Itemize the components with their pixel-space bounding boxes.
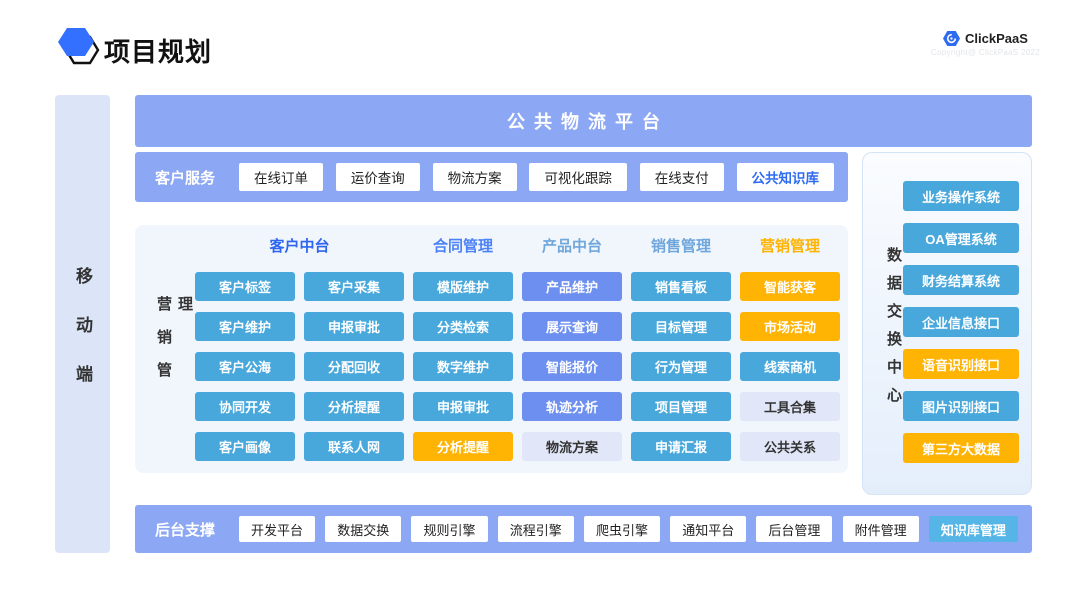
module-header: 销售管理 <box>631 237 731 257</box>
data-exchange-button[interactable]: 企业信息接口 <box>903 307 1019 337</box>
module-button[interactable]: 客户标签 <box>195 272 295 301</box>
data-exchange-button[interactable]: 语音识别接口 <box>903 349 1019 379</box>
app-hexagon-logo-icon <box>55 24 103 70</box>
module-button[interactable]: 产品维护 <box>522 272 622 301</box>
module-header-row: 客户中台 合同管理 产品中台 销售管理 营销管理 <box>195 237 840 257</box>
module-button[interactable]: 申报审批 <box>413 392 513 421</box>
module-button[interactable]: 协同开发 <box>195 392 295 421</box>
mobile-side-bar-label: 移动端 <box>70 267 95 414</box>
module-button[interactable]: 客户维护 <box>195 312 295 341</box>
module-button[interactable]: 展示查询 <box>522 312 622 341</box>
module-button[interactable]: 市场活动 <box>740 312 840 341</box>
module-button[interactable]: 客户画像 <box>195 432 295 461</box>
backend-support-button[interactable]: 规则引擎 <box>411 516 487 542</box>
backend-support-button[interactable]: 流程引擎 <box>498 516 574 542</box>
customer-service-row: 客户服务 在线订单 运价查询 物流方案 可视化跟踪 在线支付 公共知识库 <box>135 152 848 202</box>
customer-service-button[interactable]: 公共知识库 <box>737 163 835 191</box>
customer-service-button[interactable]: 在线订单 <box>239 163 323 191</box>
backend-support-items: 开发平台 数据交换 规则引擎 流程引擎 爬虫引擎 通知平台 后台管理 附件管理 … <box>239 516 1018 542</box>
module-button[interactable]: 工具合集 <box>740 392 840 421</box>
module-button[interactable]: 数字维护 <box>413 352 513 381</box>
customer-service-label: 客户服务 <box>155 167 215 188</box>
data-exchange-items: 业务操作系统 OA管理系统 财务结算系统 企业信息接口 语音识别接口 图片识别接… <box>903 181 1019 463</box>
data-exchange-button[interactable]: 业务操作系统 <box>903 181 1019 211</box>
backend-support-row: 后台支撑 开发平台 数据交换 规则引擎 流程引擎 爬虫引擎 通知平台 后台管理 … <box>135 505 1032 553</box>
backend-support-button[interactable]: 后台管理 <box>756 516 832 542</box>
module-button[interactable]: 物流方案 <box>522 432 622 461</box>
module-button[interactable]: 智能报价 <box>522 352 622 381</box>
logistics-platform-banner: 公共物流平台 <box>135 95 1032 147</box>
copyright-text: Copyright@ ClickPaaS 2022 <box>931 48 1040 57</box>
backend-support-label: 后台支撑 <box>155 519 215 540</box>
customer-service-button[interactable]: 物流方案 <box>433 163 517 191</box>
module-button[interactable]: 模版维护 <box>413 272 513 301</box>
module-header: 产品中台 <box>522 237 622 257</box>
logistics-platform-banner-label: 公共物流平台 <box>498 108 669 134</box>
module-button[interactable]: 申报审批 <box>304 312 404 341</box>
backend-support-button[interactable]: 数据交换 <box>325 516 401 542</box>
module-header: 营销管理 <box>740 237 840 257</box>
module-button[interactable]: 分析提醒 <box>304 392 404 421</box>
brand-name: ClickPaaS <box>965 31 1028 46</box>
backend-support-button[interactable]: 爬虫引擎 <box>584 516 660 542</box>
module-header: 客户中台 <box>195 237 404 257</box>
module-button[interactable]: 客户采集 <box>304 272 404 301</box>
marketing-management-panel: 营销管理 客户中台 合同管理 产品中台 销售管理 营销管理 客户标签 客户采集 … <box>135 225 848 473</box>
module-button[interactable]: 销售看板 <box>631 272 731 301</box>
module-button[interactable]: 分配回收 <box>304 352 404 381</box>
mobile-side-bar: 移动端 <box>55 95 110 553</box>
page-title: 项目规划 <box>104 32 212 69</box>
data-exchange-panel: 数据交换中心 业务操作系统 OA管理系统 财务结算系统 企业信息接口 语音识别接… <box>862 152 1032 495</box>
module-button[interactable]: 项目管理 <box>631 392 731 421</box>
module-button[interactable]: 分类检索 <box>413 312 513 341</box>
data-exchange-button[interactable]: 图片识别接口 <box>903 391 1019 421</box>
brand-block: ClickPaaS Copyright@ ClickPaaS 2022 <box>931 30 1040 57</box>
data-exchange-side-label: 数据交换中心 <box>883 247 904 415</box>
customer-service-button[interactable]: 运价查询 <box>336 163 420 191</box>
module-header: 合同管理 <box>413 237 513 257</box>
module-button[interactable]: 客户公海 <box>195 352 295 381</box>
module-button[interactable]: 分析提醒 <box>413 432 513 461</box>
module-button-grid: 客户标签 客户采集 模版维护 产品维护 销售看板 智能获客 客户维护 申报审批 … <box>195 272 840 461</box>
customer-service-items: 在线订单 运价查询 物流方案 可视化跟踪 在线支付 公共知识库 <box>239 163 834 191</box>
module-button[interactable]: 申请汇报 <box>631 432 731 461</box>
backend-support-button[interactable]: 通知平台 <box>670 516 746 542</box>
marketing-management-side-label: 营销管理 <box>153 296 195 420</box>
data-exchange-button[interactable]: OA管理系统 <box>903 223 1019 253</box>
module-button[interactable]: 轨迹分析 <box>522 392 622 421</box>
backend-support-button[interactable]: 知识库管理 <box>929 516 1018 542</box>
module-button[interactable]: 公共关系 <box>740 432 840 461</box>
backend-support-button[interactable]: 开发平台 <box>239 516 315 542</box>
module-button[interactable]: 线索商机 <box>740 352 840 381</box>
customer-service-button[interactable]: 在线支付 <box>640 163 724 191</box>
module-button[interactable]: 联系人网 <box>304 432 404 461</box>
clickpaas-logo-icon <box>943 30 960 47</box>
customer-service-button[interactable]: 可视化跟踪 <box>529 163 627 191</box>
module-button[interactable]: 智能获客 <box>740 272 840 301</box>
data-exchange-button[interactable]: 第三方大数据 <box>903 433 1019 463</box>
data-exchange-button[interactable]: 财务结算系统 <box>903 265 1019 295</box>
backend-support-button[interactable]: 附件管理 <box>843 516 919 542</box>
module-button[interactable]: 行为管理 <box>631 352 731 381</box>
module-button[interactable]: 目标管理 <box>631 312 731 341</box>
